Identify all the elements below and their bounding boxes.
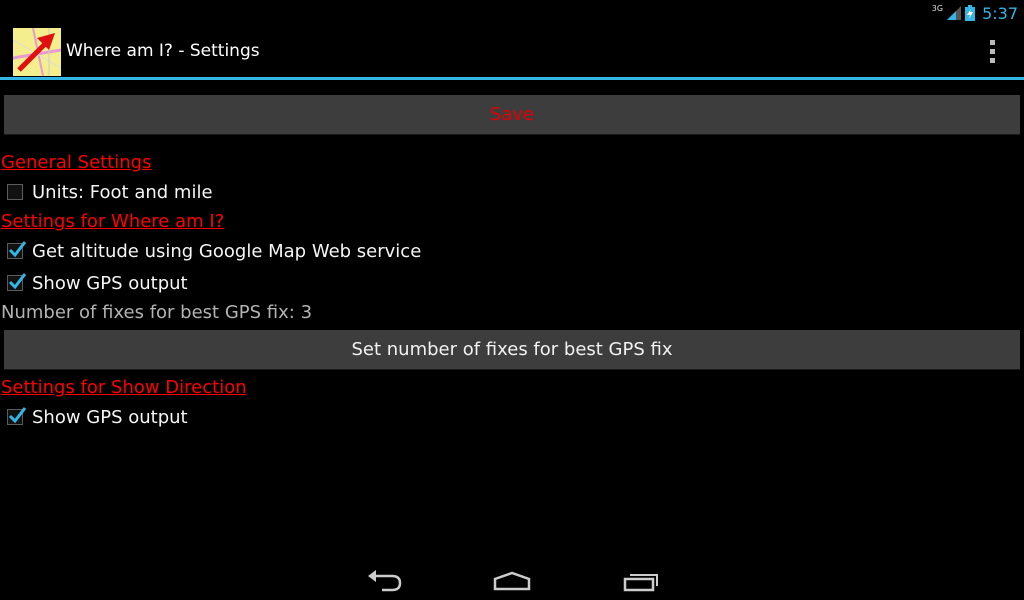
map-arrow-icon[interactable] xyxy=(12,27,62,77)
check-icon xyxy=(8,273,27,290)
gps-output-direction-label: Show GPS output xyxy=(32,406,188,428)
gps-output-direction-checkbox[interactable] xyxy=(7,407,27,425)
save-button[interactable]: Save xyxy=(4,95,1020,135)
check-icon xyxy=(8,407,27,424)
back-icon[interactable] xyxy=(364,562,404,594)
signal-icon xyxy=(947,6,962,20)
gps-output-direction-option[interactable]: Show GPS output xyxy=(7,404,188,430)
clock: 5:37 xyxy=(982,3,1018,23)
network-type: 3G xyxy=(931,3,944,13)
gps-output-where-checkbox[interactable] xyxy=(7,273,27,291)
status-bar: 3G 5:37 xyxy=(0,0,1024,25)
battery-icon xyxy=(965,5,976,21)
units-option[interactable]: Units: Foot and mile xyxy=(7,179,213,205)
recent-apps-icon[interactable] xyxy=(620,562,660,594)
fixes-info: Number of fixes for best GPS fix: 3 xyxy=(1,302,313,323)
gps-output-where-label: Show GPS output xyxy=(32,272,188,294)
section-show-direction: Settings for Show Direction xyxy=(1,377,247,398)
status-icons: 3G 5:37 xyxy=(932,2,1018,24)
section-general-settings: General Settings xyxy=(1,152,152,173)
check-icon xyxy=(8,241,27,258)
navigation-bar xyxy=(0,556,1024,600)
home-icon[interactable] xyxy=(492,562,532,594)
set-fixes-button[interactable]: Set number of fixes for best GPS fix xyxy=(4,330,1020,370)
action-bar-divider xyxy=(0,77,1024,80)
altitude-option[interactable]: Get altitude using Google Map Web servic… xyxy=(7,238,421,264)
gps-output-where-option[interactable]: Show GPS output xyxy=(7,270,188,296)
page-title: Where am I? - Settings xyxy=(66,41,260,61)
units-label: Units: Foot and mile xyxy=(32,181,213,203)
altitude-label: Get altitude using Google Map Web servic… xyxy=(32,240,422,262)
section-where-am-i: Settings for Where am I? xyxy=(1,211,225,232)
overflow-menu-icon[interactable] xyxy=(982,37,1002,65)
action-bar: Where am I? - Settings xyxy=(0,25,1024,77)
altitude-checkbox[interactable] xyxy=(7,241,27,259)
units-checkbox[interactable] xyxy=(7,184,23,200)
